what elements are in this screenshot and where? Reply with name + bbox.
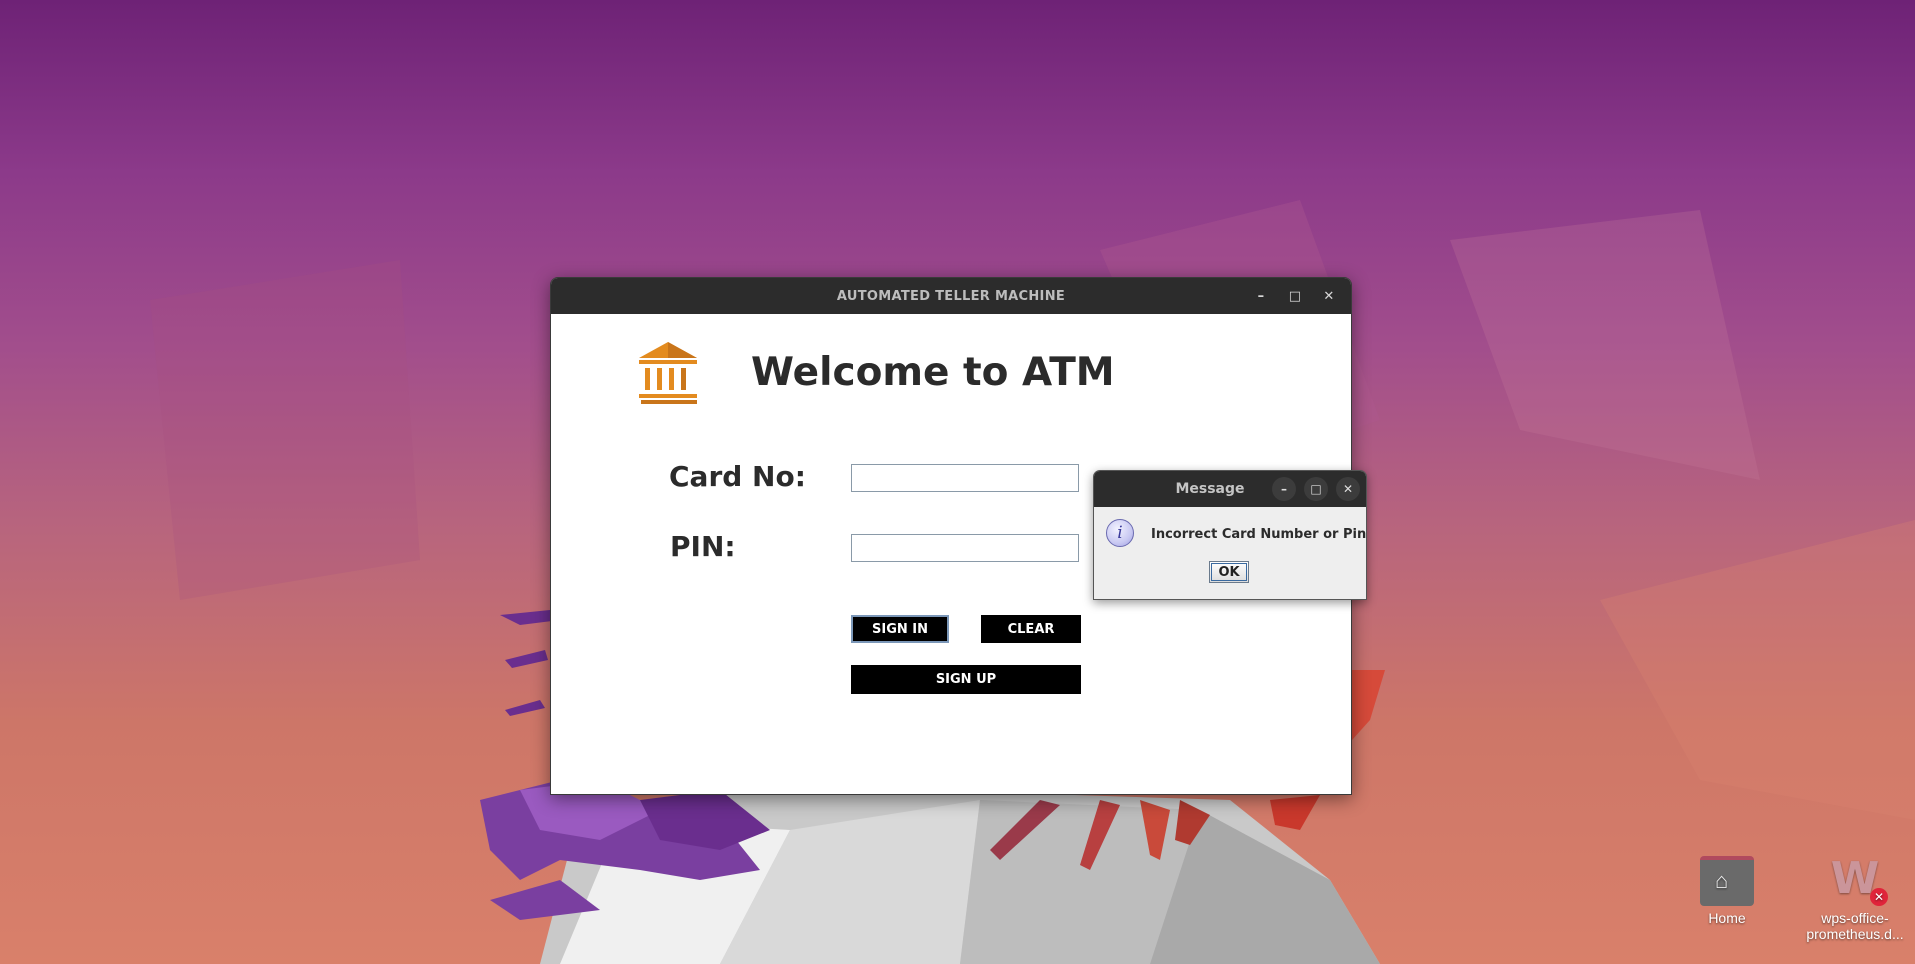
card-number-field[interactable]: [851, 464, 1079, 492]
ok-button[interactable]: OK: [1209, 561, 1249, 583]
sign-up-button[interactable]: SIGN UP: [851, 665, 1081, 694]
desktop-icon-label: Home: [1708, 910, 1746, 926]
dialog-maximize-icon[interactable]: □: [1304, 477, 1328, 501]
sign-in-button[interactable]: SIGN IN: [851, 615, 949, 643]
info-icon: i: [1106, 519, 1134, 547]
window-controls: – □ ✕: [1249, 278, 1341, 314]
desktop-icon-label: wps-office-prometheus.d...: [1806, 910, 1904, 942]
error-badge-icon: ✕: [1870, 888, 1888, 906]
clear-button[interactable]: CLEAR: [981, 615, 1081, 643]
close-icon[interactable]: ✕: [1317, 284, 1341, 308]
card-number-label: Card No:: [669, 460, 806, 493]
dialog-minimize-icon[interactable]: –: [1272, 477, 1296, 501]
pin-field[interactable]: [851, 534, 1079, 562]
desktop-icon-home[interactable]: ⌂ Home: [1672, 852, 1782, 926]
window-titlebar[interactable]: AUTOMATED TELLER MACHINE – □ ✕: [551, 278, 1351, 314]
dialog-message: Incorrect Card Number or Pin: [1151, 527, 1367, 542]
bank-icon: [639, 342, 697, 404]
desktop-icon-wps[interactable]: W ✕ wps-office-prometheus.d...: [1800, 852, 1910, 943]
dialog-controls: – □ ✕: [1272, 471, 1360, 507]
dialog-title: Message: [1175, 481, 1245, 497]
pin-label: PIN:: [670, 530, 736, 563]
minimize-icon[interactable]: –: [1249, 284, 1273, 308]
page-title: Welcome to ATM: [751, 350, 1115, 395]
home-folder-icon: ⌂: [1698, 852, 1756, 906]
window-title: AUTOMATED TELLER MACHINE: [836, 288, 1066, 304]
wps-office-icon: W ✕: [1826, 852, 1888, 906]
maximize-icon[interactable]: □: [1283, 284, 1307, 308]
dialog-close-icon[interactable]: ✕: [1336, 477, 1360, 501]
message-dialog: Message – □ ✕ i Incorrect Card Number or…: [1093, 470, 1367, 600]
dialog-titlebar[interactable]: Message – □ ✕: [1094, 471, 1366, 507]
